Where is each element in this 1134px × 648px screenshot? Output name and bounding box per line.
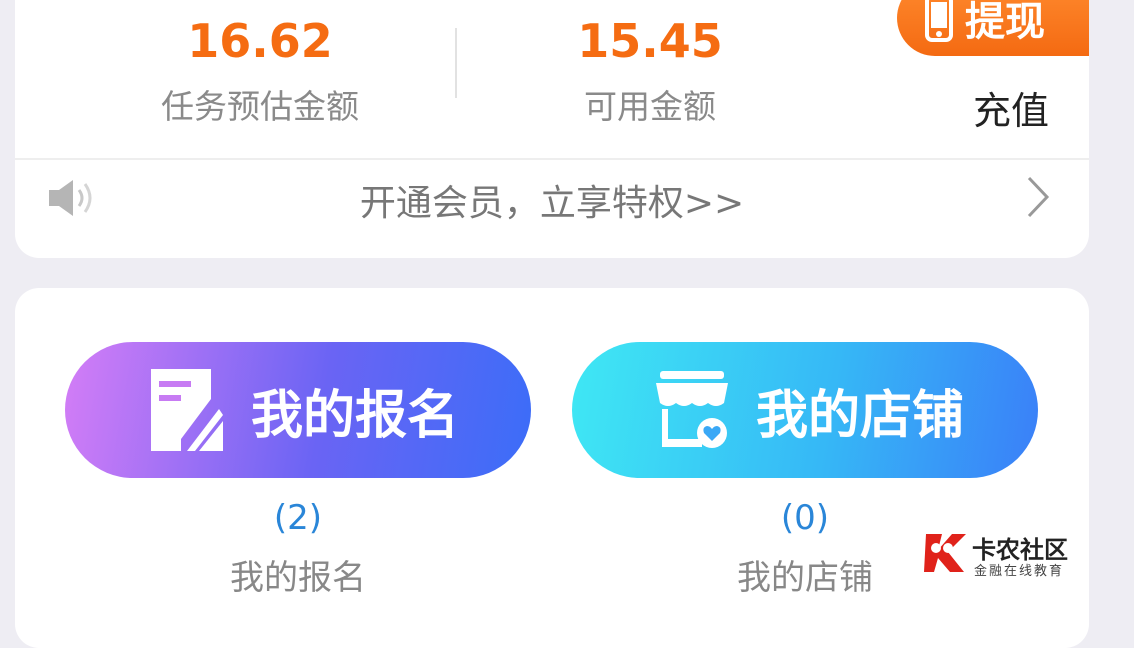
form-edit-icon <box>151 369 223 451</box>
task-estimate-amount: 16.62 <box>187 14 333 68</box>
my-signup-button-label: 我的报名 <box>251 385 460 446</box>
watermark-logo: 卡农社区 金融在线教育 <box>922 526 1082 582</box>
shop-label[interactable]: 我的店铺 <box>655 550 955 599</box>
watermark-subtitle: 金融在线教育 <box>974 564 1065 579</box>
my-shop-button-label: 我的店铺 <box>756 385 965 446</box>
my-shop-button[interactable]: 我的店铺 <box>572 342 1038 478</box>
withdraw-label: 提现 <box>965 0 1045 45</box>
logo-icon <box>924 534 966 572</box>
shop-icon <box>656 371 728 448</box>
recharge-link[interactable]: 充值 <box>973 80 1049 135</box>
task-estimate-label: 任务预估金额 <box>161 87 359 126</box>
my-signup-button[interactable]: 我的报名 <box>65 342 531 478</box>
withdraw-button[interactable]: 提现 <box>897 0 1089 56</box>
balance-card: 16.62 任务预估金额 15.45 可用金额 提现 充值 开通会员，立享特权>… <box>15 0 1089 258</box>
signup-label[interactable]: 我的报名 <box>148 550 448 599</box>
phone-icon <box>925 0 953 42</box>
shop-count: (0) <box>780 498 830 538</box>
available-label: 可用金额 <box>584 87 716 126</box>
divider <box>455 28 457 98</box>
separator <box>15 158 1089 160</box>
signup-count: (2) <box>273 498 323 538</box>
chevron-right-icon <box>1027 176 1050 218</box>
member-notice-row[interactable]: 开通会员，立享特权>> <box>15 162 1089 258</box>
actions-card: 我的报名 我的店铺 (2) 我的报名 (0) 我的店铺 <box>15 288 1089 648</box>
available-amount: 15.45 <box>577 14 723 68</box>
member-notice-text: 开通会员，立享特权>> <box>359 183 745 224</box>
